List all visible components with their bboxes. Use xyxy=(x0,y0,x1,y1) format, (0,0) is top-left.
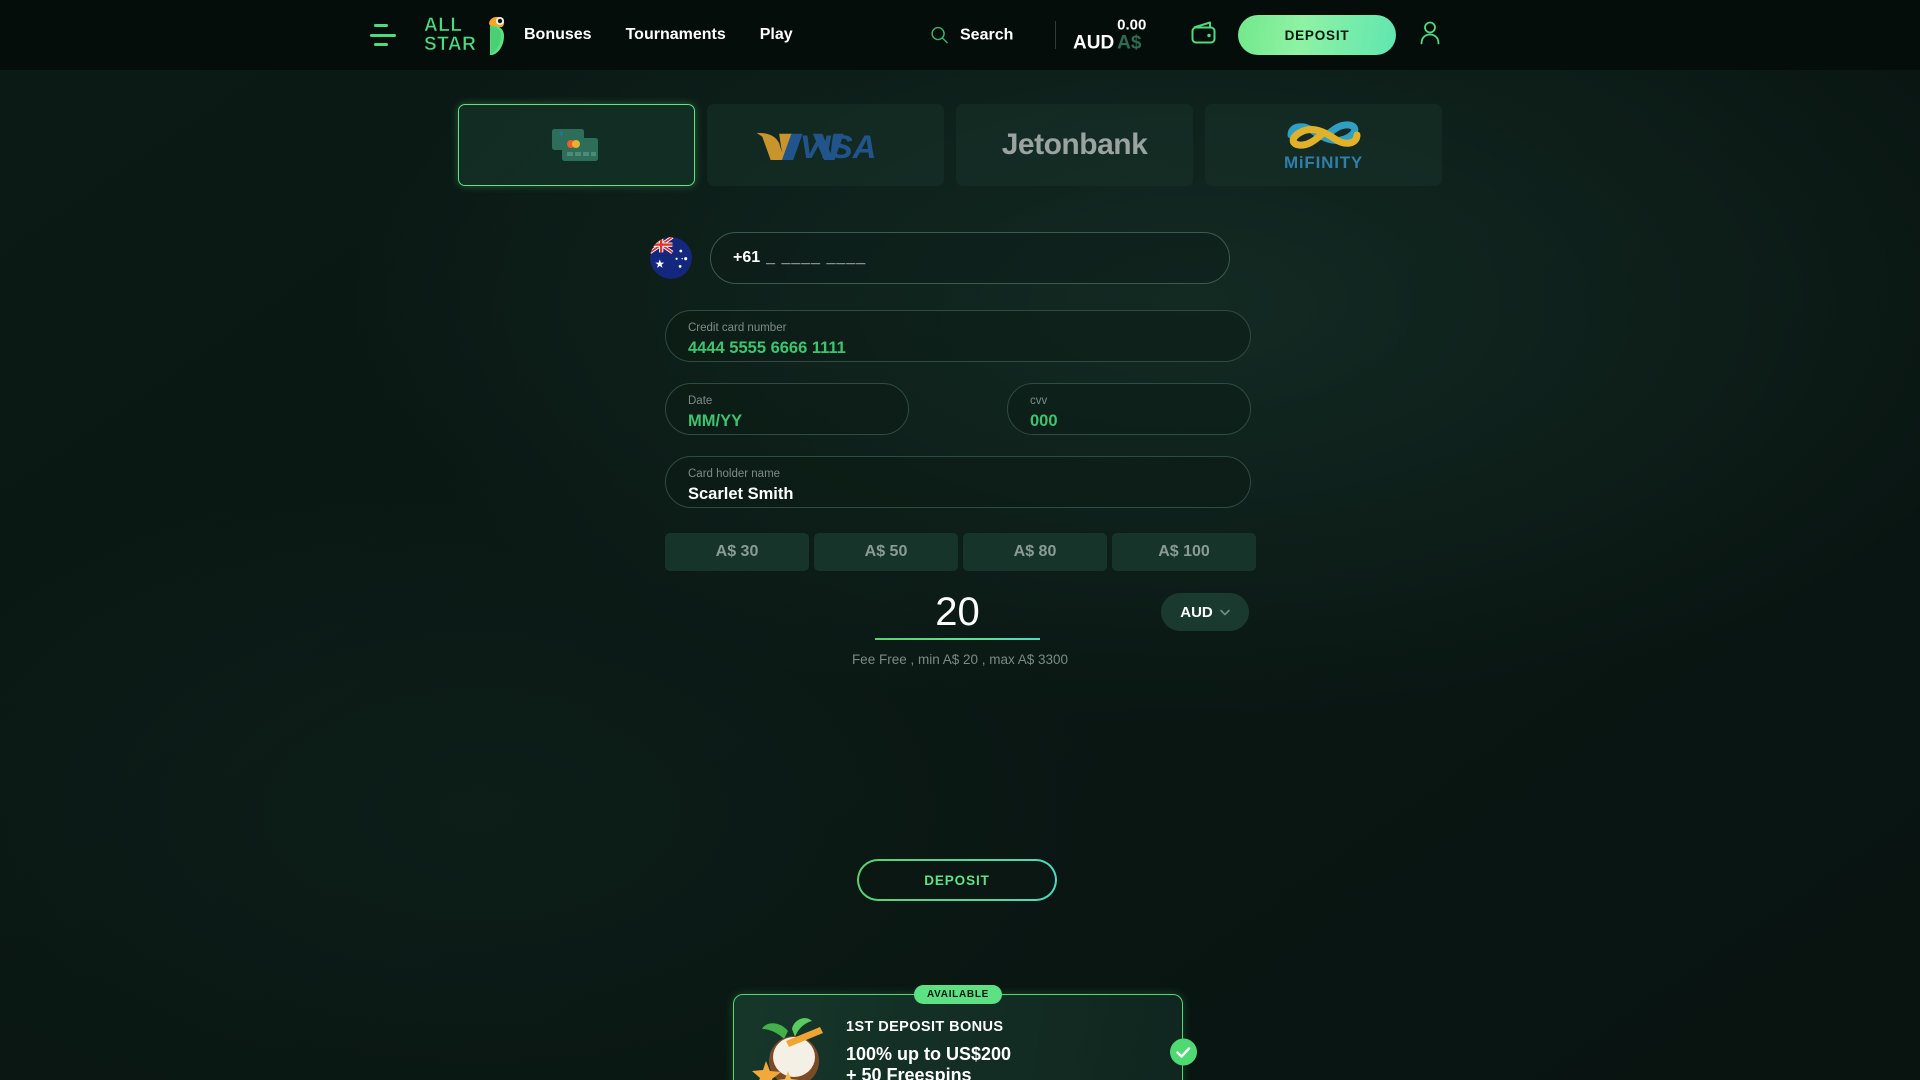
credit-card-number-label: Credit card number xyxy=(688,322,787,334)
logo-text: ALL STAR xyxy=(424,15,477,55)
bonus-list: AVAILABLE 1ST DEPOSIT BONUS 100% up to U… xyxy=(733,985,1197,1080)
wallet-icon[interactable] xyxy=(1190,20,1220,51)
jetonbank-label: Jetonbank xyxy=(1001,128,1148,161)
card-cvv-value: 000 xyxy=(1030,412,1058,430)
payment-method-credit-cards[interactable] xyxy=(458,104,695,186)
phone-row: +61 _ ____ ____ xyxy=(650,232,1230,284)
bonus-badge-available: AVAILABLE xyxy=(913,985,1003,1004)
search-icon xyxy=(931,26,948,44)
balance-display[interactable]: AUD 0.00 A$ xyxy=(1073,16,1147,54)
card-cvv-label: cvv xyxy=(1030,395,1048,407)
quick-amount-30[interactable]: A$ 30 xyxy=(665,533,809,571)
bonus-radio-1[interactable] xyxy=(1170,1038,1197,1066)
nav-item-tournaments[interactable]: Tournaments xyxy=(626,26,726,44)
nav-item-play[interactable]: Play xyxy=(760,26,793,44)
deposit-button[interactable]: DEPOSIT xyxy=(857,859,1057,901)
bonus-card-1[interactable]: AVAILABLE 1ST DEPOSIT BONUS 100% up to U… xyxy=(733,985,1197,1080)
mifinity-infinity-icon xyxy=(1287,120,1360,149)
logo-line-1: ALL xyxy=(424,15,463,36)
quick-amount-80[interactable]: A$ 80 xyxy=(963,533,1107,571)
quick-amount-50[interactable]: A$ 50 xyxy=(814,533,958,571)
balance-amount: 0.00 xyxy=(1117,16,1147,34)
currency-selected-label: AUD xyxy=(1180,603,1213,621)
credit-card-number-value: 4444 5555 6666 1111 xyxy=(688,339,846,357)
check-icon xyxy=(1176,1046,1191,1058)
payment-method-tabs: VISA Jetonbank MiFINITY xyxy=(458,104,1442,186)
nav-item-bonuses[interactable]: Bonuses xyxy=(524,26,592,44)
card-date-value: MM/YY xyxy=(688,412,743,430)
card-cvv-field[interactable]: cvv 000 xyxy=(1007,383,1251,435)
phone-mask: _ ____ ____ xyxy=(766,249,867,266)
amount-input[interactable]: 20 xyxy=(875,588,1040,640)
amount-value: 20 xyxy=(935,590,980,634)
balance-currency: AUD xyxy=(1073,32,1115,54)
phone-input[interactable]: +61 _ ____ ____ xyxy=(710,232,1230,284)
card-holder-name-field[interactable]: Card holder name Scarlet Smith xyxy=(665,456,1251,508)
amount-underline xyxy=(875,638,1040,640)
header-deposit-button[interactable]: DEPOSIT xyxy=(1238,15,1396,55)
svg-text:VISA: VISA xyxy=(799,128,876,165)
fee-note: Fee Free , min A$ 20 , max A$ 3300 xyxy=(851,652,1069,667)
visa-logo-icon: VISA xyxy=(756,128,876,165)
payment-method-mifinity[interactable]: MiFINITY xyxy=(1205,104,1442,186)
card-holder-name-value: Scarlet Smith xyxy=(688,485,794,503)
site-header: ALL STAR Bonuses Tournaments Play Search xyxy=(0,0,1920,70)
credit-card-number-field[interactable]: Credit card number 4444 5555 6666 1111 xyxy=(665,310,1251,362)
search-button[interactable]: Search xyxy=(930,26,1013,45)
currency-selector[interactable]: AUD xyxy=(1161,593,1249,631)
deposit-page: ALL STAR Bonuses Tournaments Play Search xyxy=(0,0,1920,1080)
card-date-label: Date xyxy=(688,395,713,407)
deposit-button-label: DEPOSIT xyxy=(858,860,1056,900)
bonus-title-1: 1ST DEPOSIT BONUS xyxy=(846,1018,1004,1035)
chevron-down-icon xyxy=(1219,609,1230,615)
credit-cards-icon xyxy=(551,129,598,161)
user-icon[interactable] xyxy=(1418,20,1442,51)
logo-line-2: STAR xyxy=(424,34,477,55)
payment-method-jetonbank[interactable]: Jetonbank xyxy=(956,104,1193,186)
mifinity-label: MiFINITY xyxy=(1283,152,1364,172)
main-nav: Bonuses Tournaments Play xyxy=(524,26,793,44)
payment-method-visa[interactable]: VISA xyxy=(707,104,944,186)
quick-amount-buttons: A$ 30 A$ 50 A$ 80 A$ 100 xyxy=(665,533,1256,571)
phone-country-code: +61 xyxy=(733,249,761,266)
bonus-desc-line2-1: + 50 Freespins xyxy=(846,1064,972,1080)
hamburger-icon[interactable] xyxy=(370,24,396,46)
allstar-logo[interactable]: ALL STAR xyxy=(424,14,506,56)
balance-symbol: A$ xyxy=(1117,32,1142,54)
toucan-icon xyxy=(489,16,505,55)
card-date-field[interactable]: Date MM/YY xyxy=(665,383,909,435)
australia-flag-icon xyxy=(650,237,692,279)
quick-amount-100[interactable]: A$ 100 xyxy=(1112,533,1256,571)
search-label: Search xyxy=(960,26,1014,43)
coconut-drink-icon xyxy=(752,1018,823,1080)
bonus-desc-line1-1: 100% up to US$200 xyxy=(846,1043,1012,1064)
card-holder-name-label: Card holder name xyxy=(688,468,781,480)
header-divider xyxy=(1055,21,1056,49)
